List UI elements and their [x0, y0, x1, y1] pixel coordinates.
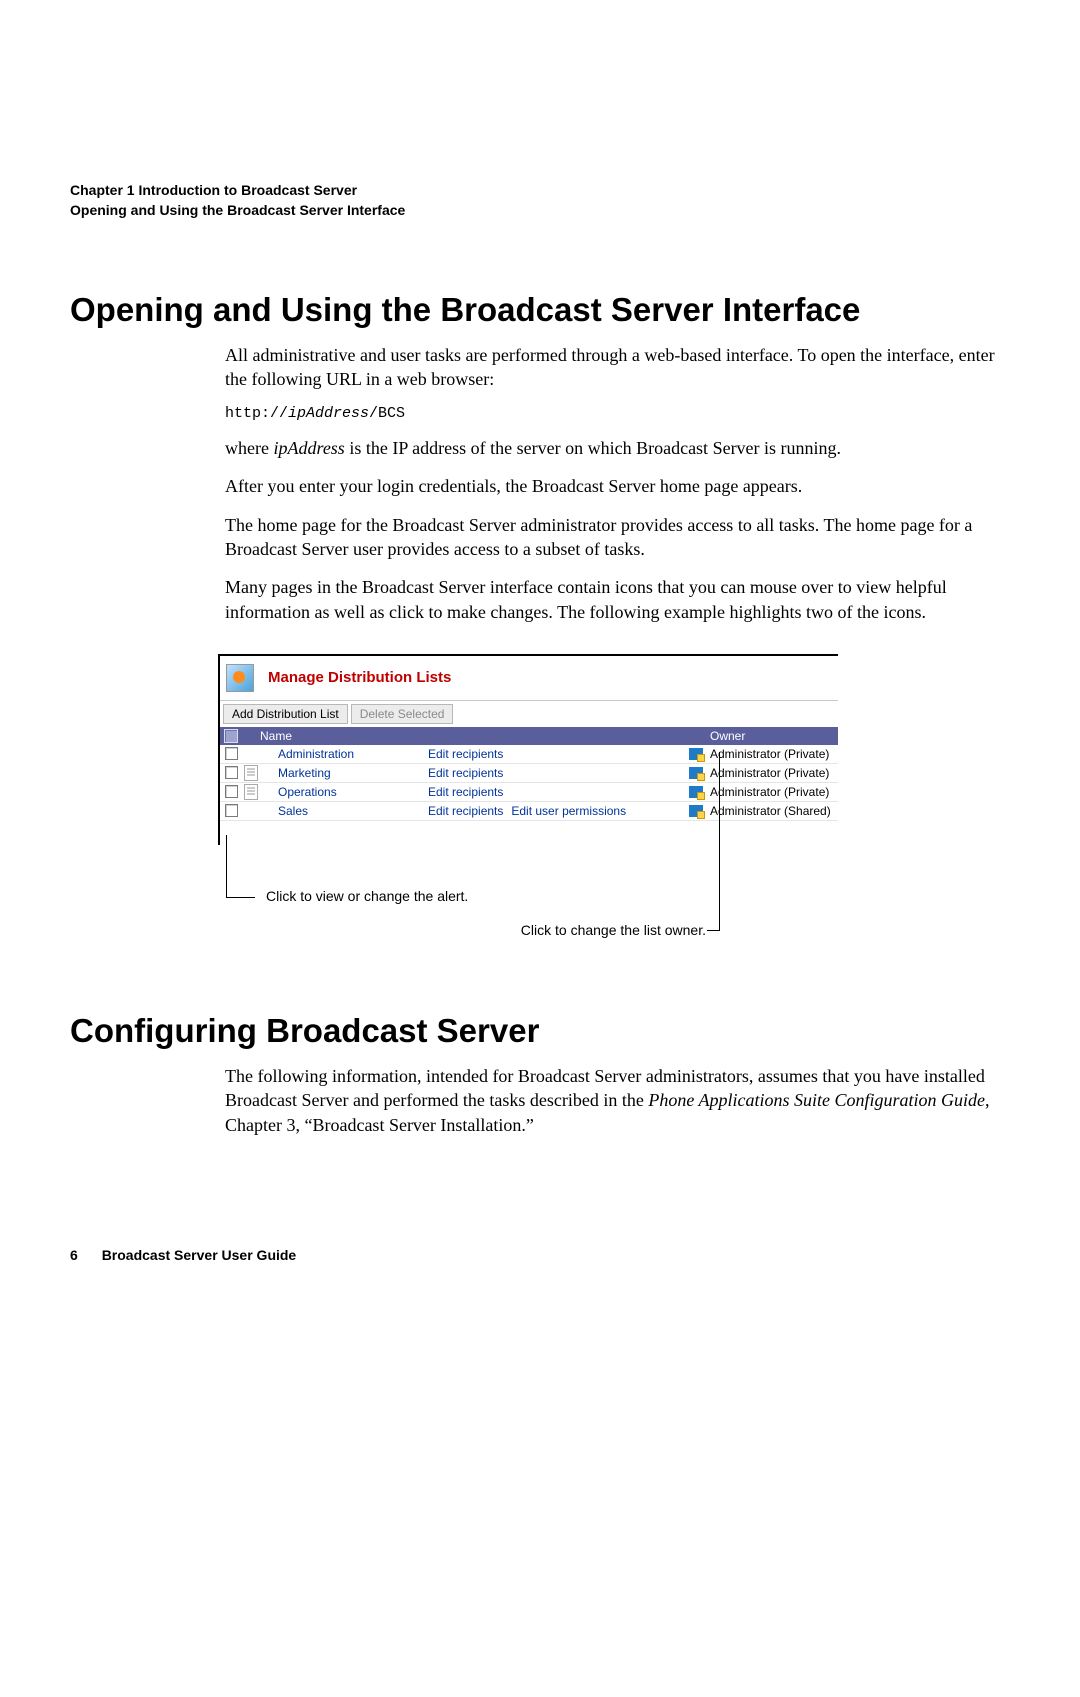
- url-suffix: /BCS: [369, 405, 405, 422]
- table-row: OperationsEdit recipients Administrator (…: [220, 783, 838, 802]
- row-checkbox[interactable]: [220, 804, 242, 817]
- select-all-checkbox[interactable]: [220, 727, 242, 745]
- row-owner: Administrator (Private): [706, 746, 838, 762]
- owner-icon[interactable]: [686, 786, 706, 798]
- row-owner: Administrator (Private): [706, 765, 838, 781]
- row-checkbox[interactable]: [220, 747, 242, 760]
- page-footer: 6 Broadcast Server User Guide: [70, 1247, 1010, 1263]
- table-row: AdministrationEdit recipients Administrat…: [220, 745, 838, 764]
- callout-owner-text: Click to change the list owner.: [218, 922, 838, 938]
- panel-title: Manage Distribution Lists: [268, 669, 451, 686]
- para-intro: All administrative and user tasks are pe…: [225, 343, 1000, 392]
- callout-alert-text: Click to view or change the alert.: [266, 888, 838, 904]
- app-icon: [226, 664, 254, 692]
- owner-icon[interactable]: [686, 805, 706, 817]
- chapter-line: Chapter 1 Introduction to Broadcast Serv…: [70, 180, 1010, 200]
- para-where: where ipAddress is the IP address of the…: [225, 436, 1000, 460]
- col-header-name[interactable]: Name: [242, 727, 706, 745]
- table-header: Name Owner: [220, 727, 838, 745]
- row-actions: Edit recipients: [428, 765, 686, 781]
- page-number: 6: [70, 1247, 78, 1263]
- row-name[interactable]: Operations: [260, 784, 428, 800]
- heading-configuring: Configuring Broadcast Server: [70, 1012, 1010, 1050]
- url-prefix: http://: [225, 405, 288, 422]
- owner-icon[interactable]: [686, 748, 706, 760]
- add-distribution-list-button[interactable]: Add Distribution List: [223, 704, 348, 724]
- row-name[interactable]: Marketing: [260, 765, 428, 781]
- para-homepage: The home page for the Broadcast Server a…: [225, 513, 1000, 562]
- url-example: http://ipAddress/BCS: [225, 405, 1000, 422]
- row-actions: Edit recipients Edit user permissions: [428, 803, 686, 819]
- footer-title: Broadcast Server User Guide: [102, 1247, 297, 1263]
- edit-recipients-link[interactable]: Edit recipients: [428, 766, 503, 780]
- section-line: Opening and Using the Broadcast Server I…: [70, 200, 1010, 220]
- url-var: ipAddress: [288, 405, 369, 422]
- para-icons: Many pages in the Broadcast Server inter…: [225, 575, 1000, 624]
- edit-permissions-link[interactable]: Edit user permissions: [511, 804, 626, 818]
- row-name[interactable]: Sales: [260, 803, 428, 819]
- alert-icon[interactable]: [242, 784, 260, 800]
- embedded-screenshot: Manage Distribution Lists Add Distributi…: [218, 654, 838, 962]
- row-checkbox[interactable]: [220, 785, 242, 798]
- table-row: SalesEdit recipients Edit user permission…: [220, 802, 838, 821]
- running-header: Chapter 1 Introduction to Broadcast Serv…: [70, 180, 1010, 221]
- row-actions: Edit recipients: [428, 746, 686, 762]
- heading-opening: Opening and Using the Broadcast Server I…: [70, 291, 1010, 329]
- callout-alert-line: [226, 835, 255, 898]
- owner-icon[interactable]: [686, 767, 706, 779]
- para-login: After you enter your login credentials, …: [225, 474, 1000, 498]
- row-owner: Administrator (Private): [706, 784, 838, 800]
- edit-recipients-link[interactable]: Edit recipients: [428, 804, 503, 818]
- callout-owner-line: [707, 752, 720, 931]
- row-actions: Edit recipients: [428, 784, 686, 800]
- col-header-owner[interactable]: Owner: [706, 727, 838, 745]
- alert-icon[interactable]: [242, 765, 260, 781]
- row-name[interactable]: Administration: [260, 746, 428, 762]
- para-config-intro: The following information, intended for …: [225, 1064, 1000, 1137]
- delete-selected-button[interactable]: Delete Selected: [351, 704, 454, 724]
- row-owner: Administrator (Shared): [706, 803, 838, 819]
- table-row: MarketingEdit recipients Administrator (P…: [220, 764, 838, 783]
- edit-recipients-link[interactable]: Edit recipients: [428, 747, 503, 761]
- row-checkbox[interactable]: [220, 766, 242, 779]
- edit-recipients-link[interactable]: Edit recipients: [428, 785, 503, 799]
